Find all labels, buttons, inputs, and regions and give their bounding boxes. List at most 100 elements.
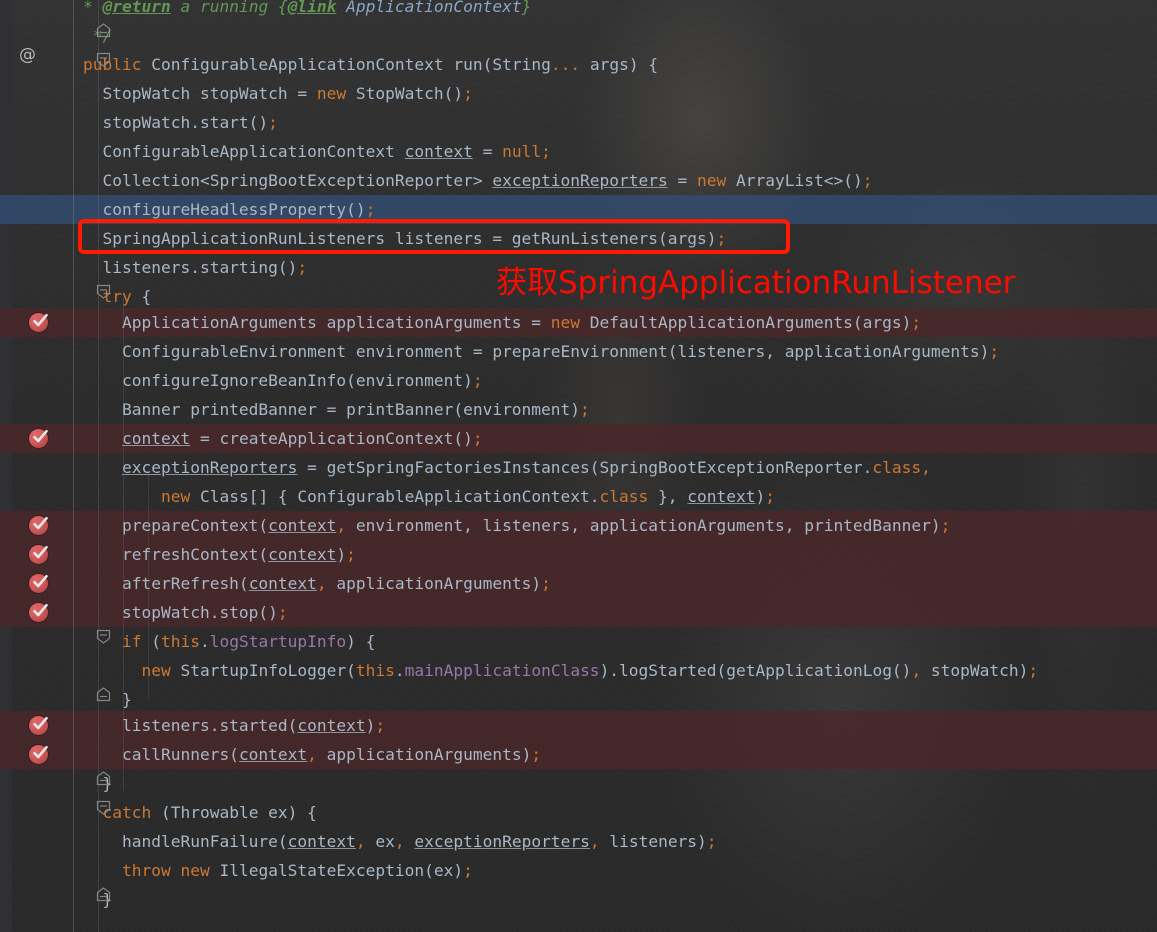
code-line[interactable]: context = createApplicationContext(); xyxy=(0,424,1157,453)
code-token: , xyxy=(336,516,347,535)
code-token: ; xyxy=(541,574,551,593)
code-token: Banner printedBanner = printBanner(envir… xyxy=(83,400,581,419)
code-token: ; xyxy=(765,487,775,506)
code-line[interactable]: configureHeadlessProperty(); xyxy=(0,195,1157,224)
breakpoint-icon[interactable] xyxy=(29,574,48,593)
code-line[interactable]: stopWatch.stop(); xyxy=(0,598,1157,627)
code-token: ... xyxy=(550,55,581,74)
code-token: a running { xyxy=(170,0,288,16)
code-lines-container[interactable]: * @return a running {@link ApplicationCo… xyxy=(0,0,1157,932)
code-token: ; xyxy=(463,861,473,880)
code-line[interactable]: new StartupInfoLogger(this.mainApplicati… xyxy=(0,656,1157,685)
breakpoint-verified-check xyxy=(33,574,48,588)
code-line-text: handleRunFailure(context, ex, exceptionR… xyxy=(83,827,717,856)
code-token: ( xyxy=(141,632,161,651)
breakpoint-icon[interactable] xyxy=(29,603,48,622)
code-token: ; xyxy=(346,545,356,564)
breakpoint-icon[interactable] xyxy=(29,313,48,332)
code-line[interactable]: } xyxy=(0,769,1157,798)
code-line[interactable]: configureIgnoreBeanInfo(environment); xyxy=(0,366,1157,395)
code-line[interactable]: new Class[] { ConfigurableApplicationCon… xyxy=(0,482,1157,511)
code-token: ; xyxy=(365,200,376,219)
breakpoint-icon[interactable] xyxy=(29,516,48,535)
code-token: new xyxy=(316,84,347,103)
code-line-text: prepareContext(context, environment, lis… xyxy=(83,511,950,540)
code-token: ; xyxy=(706,832,717,851)
code-token: context xyxy=(268,516,337,535)
code-token: if xyxy=(121,632,142,651)
code-token: ; xyxy=(541,142,551,161)
breakpoint-verified-check xyxy=(33,313,48,327)
code-line[interactable]: catch (Throwable ex) { xyxy=(0,798,1157,827)
code-line-text: ConfigurableApplicationContext context =… xyxy=(83,137,551,166)
code-line[interactable]: Banner printedBanner = printBanner(envir… xyxy=(0,395,1157,424)
code-token: SpringApplicationRunListeners listeners … xyxy=(83,229,717,248)
code-token: , xyxy=(589,832,600,851)
code-line[interactable]: ConfigurableApplicationContext context =… xyxy=(0,137,1157,166)
code-line-text: ApplicationArguments applicationArgument… xyxy=(83,308,921,337)
code-line-text: Banner printedBanner = printBanner(envir… xyxy=(83,395,590,424)
code-line[interactable]: ConfigurableEnvironment environment = pr… xyxy=(0,337,1157,366)
code-token: listeners) xyxy=(599,832,707,851)
breakpoint-verified-check xyxy=(33,716,48,730)
code-line[interactable]: public ConfigurableApplicationContext ru… xyxy=(0,50,1157,79)
code-line[interactable]: } xyxy=(0,885,1157,914)
code-token: ApplicationArguments applicationArgument… xyxy=(83,313,551,332)
code-token: ; xyxy=(862,171,873,190)
breakpoint-icon[interactable] xyxy=(29,429,48,448)
code-line[interactable]: if (this.logStartupInfo) { xyxy=(0,627,1157,656)
annotation-at-icon[interactable]: @ xyxy=(19,45,36,65)
code-line[interactable]: listeners.started(context); xyxy=(0,711,1157,740)
code-token: } xyxy=(521,0,532,16)
code-token: ex xyxy=(365,832,395,851)
code-line-text: SpringApplicationRunListeners listeners … xyxy=(83,224,726,253)
code-line[interactable]: stopWatch.start(); xyxy=(0,108,1157,137)
code-line[interactable]: } xyxy=(0,685,1157,714)
code-line-text: stopWatch.stop(); xyxy=(83,598,288,627)
code-token: ConfigurableApplicationContext xyxy=(83,142,405,161)
code-token: * xyxy=(83,0,103,16)
code-line[interactable]: */ xyxy=(0,21,1157,50)
code-token: exceptionReporters xyxy=(414,832,590,851)
code-token: ; xyxy=(1028,661,1039,680)
indent-guide xyxy=(98,0,99,932)
breakpoint-icon[interactable] xyxy=(29,716,48,735)
code-token: throw xyxy=(121,861,171,880)
code-token: listeners.starting() xyxy=(83,258,298,277)
code-line-text: Collection<SpringBootExceptionReporter> … xyxy=(83,166,872,195)
code-token: ; xyxy=(531,745,542,764)
breakpoint-icon[interactable] xyxy=(29,545,48,564)
code-line[interactable]: StopWatch stopWatch = new StopWatch(); xyxy=(0,79,1157,108)
code-token: run xyxy=(453,55,483,74)
code-line[interactable]: Collection<SpringBootExceptionReporter> … xyxy=(0,166,1157,195)
code-line[interactable]: prepareContext(context, environment, lis… xyxy=(0,511,1157,540)
code-token: StopWatch() xyxy=(346,84,464,103)
code-line[interactable]: exceptionReporters = getSpringFactoriesI… xyxy=(0,453,1157,482)
code-token: ConfigurableApplicationContext xyxy=(141,55,454,74)
code-token: environment, listeners, applicationArgum… xyxy=(346,516,941,535)
breakpoint-icon[interactable] xyxy=(29,745,48,764)
code-token: ).logStarted(getApplicationLog() xyxy=(599,661,912,680)
code-token: context xyxy=(297,716,366,735)
code-line[interactable]: * @return a running {@link ApplicationCo… xyxy=(0,0,1157,21)
code-token: afterRefresh( xyxy=(83,574,249,593)
code-line[interactable]: SpringApplicationRunListeners listeners … xyxy=(0,224,1157,253)
code-line[interactable]: afterRefresh(context, applicationArgumen… xyxy=(0,569,1157,598)
gutter-separator-line xyxy=(73,0,74,932)
code-token: { xyxy=(131,287,152,306)
code-line[interactable]: ApplicationArguments applicationArgument… xyxy=(0,308,1157,337)
code-editor[interactable]: * @return a running {@link ApplicationCo… xyxy=(0,0,1157,932)
code-token: ; xyxy=(463,84,473,103)
code-line[interactable]: throw new IllegalStateException(ex); xyxy=(0,856,1157,885)
code-token: = xyxy=(472,142,503,161)
code-line[interactable]: callRunners(context, applicationArgument… xyxy=(0,740,1157,769)
code-line-text: new Class[] { ConfigurableApplicationCon… xyxy=(83,482,775,511)
code-token: ; xyxy=(268,113,278,132)
code-line[interactable]: refreshContext(context); xyxy=(0,540,1157,569)
code-line[interactable]: handleRunFailure(context, ex, exceptionR… xyxy=(0,827,1157,856)
code-token: context xyxy=(121,429,191,448)
code-line-text: configureIgnoreBeanInfo(environment); xyxy=(83,366,483,395)
